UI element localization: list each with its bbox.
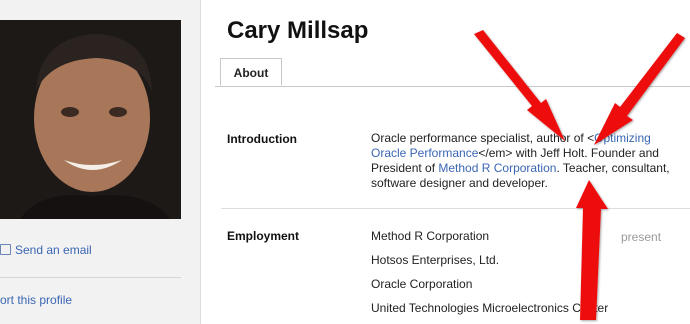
tab-about[interactable]: About (220, 58, 282, 86)
arrow-shape (474, 30, 565, 141)
arrow-shape (594, 33, 685, 145)
annotation-arrows (474, 30, 685, 320)
arrow-shape (576, 180, 608, 320)
